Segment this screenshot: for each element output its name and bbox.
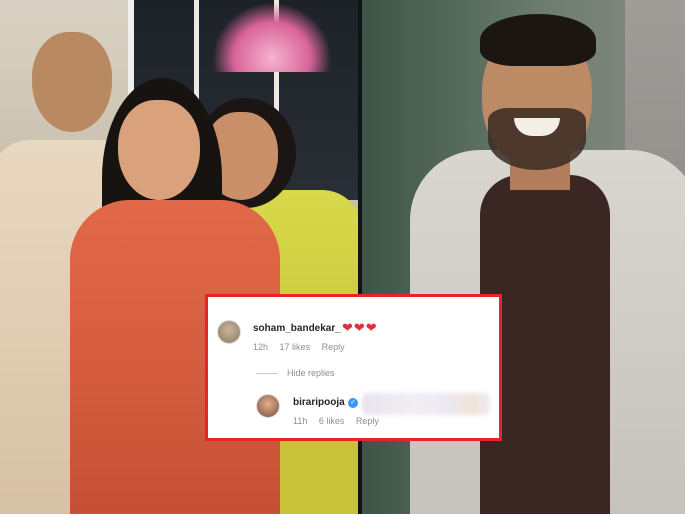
reply-reply-button[interactable]: Reply: [356, 416, 379, 426]
blurred-reply-text: [362, 393, 490, 415]
verified-badge-icon: ✓: [348, 398, 358, 408]
comment-username[interactable]: soham_bandekar_: [253, 323, 341, 334]
instagram-comment-screenshot: soham_bandekar_ ❤❤❤ 12h 17 likes Reply H…: [205, 294, 502, 441]
reply-likes[interactable]: 6 likes: [319, 416, 345, 426]
man-hair: [480, 14, 596, 66]
comment-meta: 12h 17 likes Reply: [253, 342, 354, 352]
comment-likes[interactable]: 17 likes: [280, 342, 311, 352]
lotus-decoration: [212, 2, 332, 72]
hide-replies-button[interactable]: Hide replies: [287, 368, 335, 378]
reply-button[interactable]: Reply: [322, 342, 345, 352]
reply-time: 11h: [293, 416, 308, 426]
commenter-avatar[interactable]: [217, 320, 241, 344]
father-face: [32, 32, 112, 132]
reply-avatar[interactable]: [256, 394, 280, 418]
replies-divider: [256, 373, 278, 374]
heart-emoji-icon: ❤❤❤: [342, 320, 378, 335]
comment-time: 12h: [253, 342, 269, 352]
reply-meta: 11h 6 likes Reply: [293, 416, 388, 426]
reply-username[interactable]: biraripooja: [293, 397, 345, 408]
daughter-face: [118, 100, 200, 200]
